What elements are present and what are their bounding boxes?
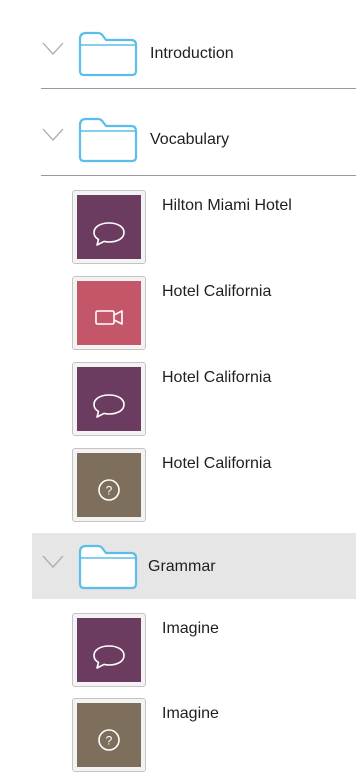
lesson-tile[interactable] [72,613,146,687]
lesson-tile[interactable] [72,362,146,436]
question-mark-icon: ? [77,453,141,517]
lesson-tile[interactable] [72,276,146,350]
divider [41,175,356,176]
lesson-label: Imagine [162,620,219,637]
folder-icon [78,544,138,590]
folder-label-grammar: Grammar [148,558,216,575]
lesson-item-hotel-california-video[interactable]: Hotel California [72,276,356,352]
lesson-item-hilton-miami-hotel[interactable]: Hilton Miami Hotel [72,190,356,266]
svg-text:?: ? [106,734,113,748]
video-camera-icon [77,281,141,345]
chevron-down-icon[interactable] [42,42,64,56]
lesson-tile[interactable]: ? [72,448,146,522]
speech-bubble-icon [77,618,141,682]
folder-row-introduction[interactable]: Introduction [32,20,356,86]
chevron-down-icon[interactable] [42,555,64,569]
folder-icon [78,117,138,163]
folder-label-vocabulary: Vocabulary [150,131,230,148]
folder-row-grammar[interactable]: Grammar [32,533,356,599]
lesson-item-imagine-conversation[interactable]: Imagine [72,613,356,689]
lesson-label: Hotel California [162,283,272,300]
divider [41,88,356,89]
lesson-tile[interactable]: ? [72,698,146,772]
lesson-label: Hotel California [162,369,272,386]
svg-text:?: ? [106,484,113,498]
lesson-tile[interactable] [72,190,146,264]
folder-row-vocabulary[interactable]: Vocabulary [32,106,356,172]
lesson-item-hotel-california-quiz[interactable]: ? Hotel California [72,448,356,524]
lesson-item-hotel-california-conversation[interactable]: Hotel California [72,362,356,438]
lesson-label: Imagine [162,705,219,722]
speech-bubble-icon [77,195,141,259]
speech-bubble-icon [77,367,141,431]
question-mark-icon: ? [77,703,141,767]
chevron-down-icon[interactable] [42,128,64,142]
folder-label-introduction: Introduction [150,45,234,62]
lesson-label: Hotel California [162,455,272,472]
lesson-label: Hilton Miami Hotel [162,197,292,214]
folder-icon [78,31,138,77]
lesson-item-imagine-quiz[interactable]: ? Imagine [72,698,356,774]
course-tree: Introduction Vocabulary Hilton Miami Hot… [0,0,356,778]
